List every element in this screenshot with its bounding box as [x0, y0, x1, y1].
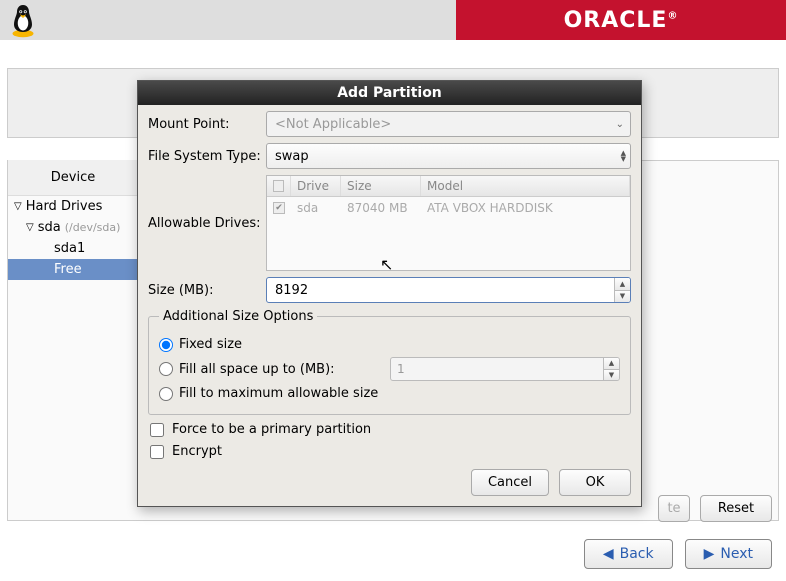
- ok-button[interactable]: OK: [559, 469, 631, 496]
- size-input-wrapper: ▲▼: [266, 277, 631, 303]
- fs-type-combo[interactable]: swap ▲▼: [266, 143, 631, 169]
- tux-icon: [8, 2, 38, 38]
- allowable-drives-label: Allowable Drives:: [148, 216, 266, 231]
- radio-fixed-size[interactable]: Fixed size: [159, 337, 620, 352]
- encrypt-checkbox[interactable]: Encrypt: [150, 444, 631, 459]
- cancel-button[interactable]: Cancel: [471, 469, 549, 496]
- updown-icon: ▲▼: [621, 150, 626, 162]
- spin-up-icon[interactable]: ▲: [615, 278, 630, 291]
- dialog-title: Add Partition: [138, 81, 641, 105]
- fill-upto-input: [391, 358, 603, 380]
- tree-free[interactable]: Free: [8, 259, 138, 280]
- size-input[interactable]: [267, 278, 614, 302]
- fill-upto-spinner[interactable]: ▲▼: [390, 357, 620, 381]
- size-spinner[interactable]: ▲▼: [614, 278, 630, 302]
- device-tree: Device ▽Hard Drives ▽sda (/dev/sda) sda1…: [8, 160, 138, 280]
- drive-checkbox[interactable]: ✔: [273, 202, 285, 214]
- device-column-header: Device: [8, 160, 138, 196]
- radio-fill-max-input[interactable]: [159, 387, 173, 401]
- chevron-down-icon[interactable]: ▽: [14, 201, 22, 212]
- chevron-down-icon[interactable]: ▽: [26, 222, 34, 233]
- add-partition-dialog: Add Partition Mount Point: <Not Applicab…: [137, 80, 642, 507]
- size-options-group: Additional Size Options Fixed size Fill …: [148, 309, 631, 415]
- drive-row-sda[interactable]: ✔ sda 87040 MB ATA VBOX HARDDISK: [267, 197, 630, 219]
- force-primary-checkbox[interactable]: Force to be a primary partition: [150, 422, 631, 437]
- radio-fill-max[interactable]: Fill to maximum allowable size: [159, 386, 620, 401]
- partition-action-buttons: te Reset: [658, 495, 772, 522]
- spin-down-icon[interactable]: ▼: [615, 291, 630, 303]
- chevron-down-icon: ⌄: [616, 119, 624, 130]
- mount-point-combo[interactable]: <Not Applicable> ⌄: [266, 111, 631, 137]
- force-primary-input[interactable]: [150, 423, 164, 437]
- mount-point-label: Mount Point:: [148, 117, 266, 132]
- tree-sda1[interactable]: sda1: [8, 238, 138, 259]
- size-options-legend: Additional Size Options: [159, 309, 317, 324]
- fs-type-label: File System Type:: [148, 149, 266, 164]
- size-label: Size (MB):: [148, 283, 266, 298]
- radio-fill-upto[interactable]: Fill all space up to (MB): ▲▼: [159, 357, 620, 381]
- allowable-drives-table[interactable]: Drive Size Model ✔ sda 87040 MB ATA VBOX…: [266, 175, 631, 271]
- drive-table-header: Drive Size Model: [267, 176, 630, 197]
- spin-up-icon[interactable]: ▲: [604, 358, 619, 370]
- radio-fill-upto-input[interactable]: [159, 362, 173, 376]
- tree-hard-drives[interactable]: ▽Hard Drives: [8, 196, 138, 217]
- select-all-checkbox[interactable]: [273, 180, 284, 192]
- spin-down-icon[interactable]: ▼: [604, 370, 619, 381]
- oracle-banner: ORACLE®: [456, 0, 786, 40]
- reset-button[interactable]: Reset: [700, 495, 772, 522]
- arrow-right-icon: ▶: [704, 546, 715, 562]
- tree-sda[interactable]: ▽sda (/dev/sda): [8, 217, 138, 238]
- header-bar: ORACLE®: [0, 0, 786, 40]
- radio-fixed-input[interactable]: [159, 338, 173, 352]
- back-button[interactable]: ◀Back: [584, 539, 673, 569]
- nav-buttons: ◀Back ▶Next: [584, 539, 772, 569]
- arrow-left-icon: ◀: [603, 546, 614, 562]
- encrypt-input[interactable]: [150, 445, 164, 459]
- next-button[interactable]: ▶Next: [685, 539, 772, 569]
- oracle-logo: ORACLE®: [564, 7, 679, 33]
- delete-button-fragment[interactable]: te: [658, 495, 690, 522]
